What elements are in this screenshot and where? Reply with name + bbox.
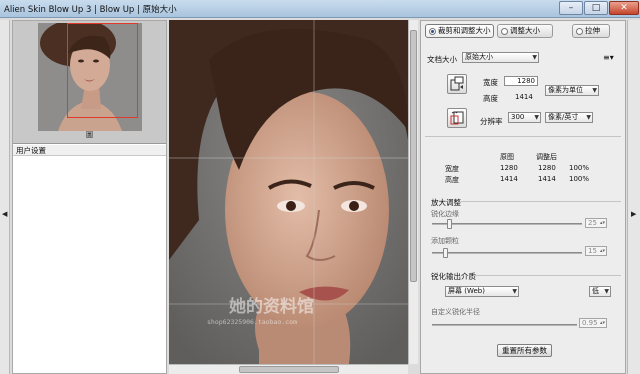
size-table-header-original: 原图	[500, 153, 514, 161]
resolution-unit-value: 像素/英寸	[548, 113, 579, 121]
vertical-scrollbar[interactable]	[408, 20, 418, 364]
chevron-down-icon: ▼	[534, 114, 539, 121]
width-label: 宽度	[483, 78, 498, 87]
width-input[interactable]: 1280	[504, 76, 538, 86]
tab-stretch[interactable]: 拉伸	[572, 24, 610, 38]
maximize-button[interactable]: □	[584, 1, 608, 15]
left-panel: 圖 用户设置	[12, 20, 167, 374]
tab-crop-resize[interactable]: 裁剪和调整大小	[425, 24, 494, 38]
resolution-select[interactable]: 300 ▼	[508, 112, 541, 123]
chevron-down-icon: ▼	[592, 87, 597, 94]
sharpen-edge-slider[interactable]	[432, 219, 582, 229]
navigator: 圖	[13, 21, 166, 144]
close-button[interactable]: ✕	[609, 1, 639, 15]
size-table-header-adjusted: 调整后	[536, 153, 557, 161]
sharpen-edge-input[interactable]: 25 ▴▾	[585, 218, 607, 228]
tab-label: 调整大小	[510, 26, 540, 35]
arrow-right-icon: ▶	[631, 210, 637, 218]
size-table-row-label: 宽度	[445, 165, 459, 173]
sharpen-edge-value: 25	[588, 219, 597, 227]
size-table-cell: 1414	[500, 175, 518, 183]
size-table-row-label: 高度	[445, 176, 459, 184]
sharpen-edge-knob[interactable]	[447, 219, 452, 229]
height-label: 高度	[483, 94, 498, 103]
collapse-left-panel[interactable]: ◀	[0, 20, 10, 374]
size-table-cell: 1280	[538, 164, 556, 172]
document-size-value: 原始大小	[465, 53, 493, 61]
height-value: 1414	[515, 93, 533, 101]
custom-radius-slider[interactable]	[432, 324, 577, 326]
size-table-cell: 1280	[500, 164, 518, 172]
custom-radius-value: 0.95	[582, 319, 598, 327]
add-grain-slider[interactable]	[432, 248, 582, 258]
size-table-cell: 1414	[538, 175, 556, 183]
navigator-view-rectangle[interactable]	[67, 23, 138, 118]
output-level-select[interactable]: 低 ▼	[589, 286, 611, 297]
navigator-thumbnail[interactable]	[38, 23, 142, 131]
chevron-down-icon: ▼	[604, 288, 609, 295]
chevron-down-icon: ▼	[586, 114, 591, 121]
enlarge-section-title: 放大调整	[431, 198, 461, 207]
document-size-label: 文档大小	[427, 55, 457, 64]
user-settings-header[interactable]: 用户设置	[13, 145, 166, 156]
rotate-crop-button[interactable]	[447, 74, 467, 94]
watermark-text: 她的资料馆	[229, 297, 314, 317]
divider	[461, 201, 621, 202]
image-canvas[interactable]: 她的资料馆 shop62325906.taobao.com	[169, 20, 408, 364]
tab-label: 拉伸	[585, 26, 600, 35]
settings-panel: 裁剪和调整大小 调整大小 拉伸 文档大小 原始大小 ▼ ≡▾ 宽度 1280 高度…	[420, 20, 626, 374]
chevron-down-icon: ▼	[532, 54, 537, 61]
navigator-label: 圖	[86, 131, 93, 139]
vertical-scroll-thumb[interactable]	[410, 30, 417, 282]
add-grain-knob[interactable]	[442, 248, 448, 258]
size-table-cell: 100%	[569, 164, 590, 172]
tab-resize[interactable]: 调整大小	[497, 24, 553, 38]
add-grain-label: 添加颗粒	[431, 237, 459, 245]
add-grain-input[interactable]: 15 ▴▾	[585, 246, 607, 256]
title-bar: Alien Skin Blow Up 3 | Blow Up | 原始大小 – …	[0, 0, 640, 18]
size-table-cell: 100%	[569, 175, 590, 183]
radio-icon	[429, 27, 436, 35]
spinner-icon: ▴▾	[599, 248, 605, 254]
arrow-left-icon: ◀	[2, 210, 8, 218]
spinner-icon: ▴▾	[599, 320, 605, 326]
radio-icon	[501, 27, 508, 35]
divider	[425, 136, 621, 137]
document-size-select[interactable]: 原始大小 ▼	[462, 52, 539, 63]
chevron-down-icon: ▼	[512, 288, 517, 295]
resolution-value: 300	[511, 113, 525, 121]
panel-menu-icon[interactable]: ≡▾	[603, 53, 614, 62]
page-rotate-icon	[450, 111, 464, 125]
add-grain-value: 15	[588, 247, 597, 255]
minimize-button[interactable]: –	[559, 1, 583, 15]
horizontal-scrollbar[interactable]	[169, 364, 408, 374]
rotate-icon	[450, 76, 464, 91]
resolution-label: 分辨率	[480, 117, 503, 126]
custom-radius-input[interactable]: 0.95 ▴▾	[579, 318, 607, 328]
output-level-value: 低	[592, 287, 599, 295]
radio-icon	[576, 27, 583, 35]
unit-select[interactable]: 像素为单位 ▼	[545, 85, 599, 96]
spinner-icon: ▴▾	[599, 220, 605, 226]
tab-label: 裁剪和调整大小	[438, 26, 491, 35]
output-medium-value: 屏幕 (Web)	[448, 287, 485, 295]
watermark-url: shop62325906.taobao.com	[207, 318, 298, 326]
unit-value: 像素为单位	[548, 86, 583, 94]
output-medium-select[interactable]: 屏幕 (Web) ▼	[445, 286, 519, 297]
resolution-unit-select[interactable]: 像素/英寸 ▼	[545, 112, 593, 123]
window-title: Alien Skin Blow Up 3 | Blow Up | 原始大小	[4, 5, 177, 15]
divider	[473, 275, 621, 276]
reset-all-button[interactable]: 重置所有参数	[497, 344, 552, 357]
sharpen-edge-label: 锐化边缘	[431, 210, 459, 218]
output-section-title: 锐化输出介质	[431, 272, 476, 281]
collapse-right-panel[interactable]: ▶	[627, 20, 640, 374]
horizontal-scroll-thumb[interactable]	[239, 366, 339, 373]
custom-radius-label: 自定义锐化半径	[431, 308, 480, 316]
rotate-page-button[interactable]	[447, 108, 467, 128]
